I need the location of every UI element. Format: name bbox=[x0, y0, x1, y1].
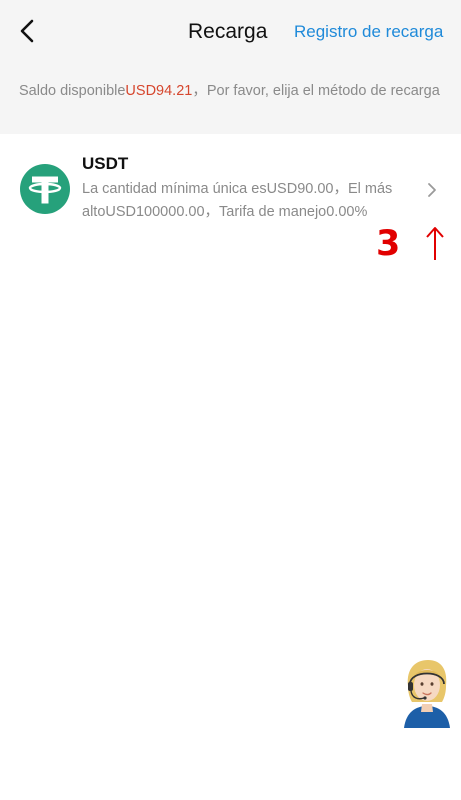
tether-icon bbox=[20, 164, 70, 214]
chevron-right-icon bbox=[428, 183, 436, 197]
app-header: Recarga Registro de recarga bbox=[0, 0, 461, 62]
method-name: USDT bbox=[82, 154, 129, 173]
recharge-records-link[interactable]: Registro de recarga bbox=[294, 22, 443, 42]
back-arrow-icon[interactable] bbox=[14, 16, 42, 46]
balance-info-text: Saldo disponibleUSD94.21，Por favor, elij… bbox=[19, 80, 449, 102]
payment-method-usdt[interactable]: USDT La cantidad mínima única esUSD90.00… bbox=[0, 134, 461, 232]
method-description: La cantidad mínima única esUSD90.00，El m… bbox=[82, 181, 393, 220]
balance-amount: USD94.21 bbox=[125, 83, 193, 99]
balance-label: Saldo disponible bbox=[19, 83, 126, 99]
page-title: Recarga bbox=[188, 20, 268, 43]
step-annotation-number: 3 bbox=[376, 224, 401, 264]
instruction-text: ，Por favor, elija el método de recarga bbox=[192, 83, 440, 99]
customer-service-avatar[interactable] bbox=[398, 656, 456, 728]
arrow-up-icon bbox=[426, 227, 444, 260]
